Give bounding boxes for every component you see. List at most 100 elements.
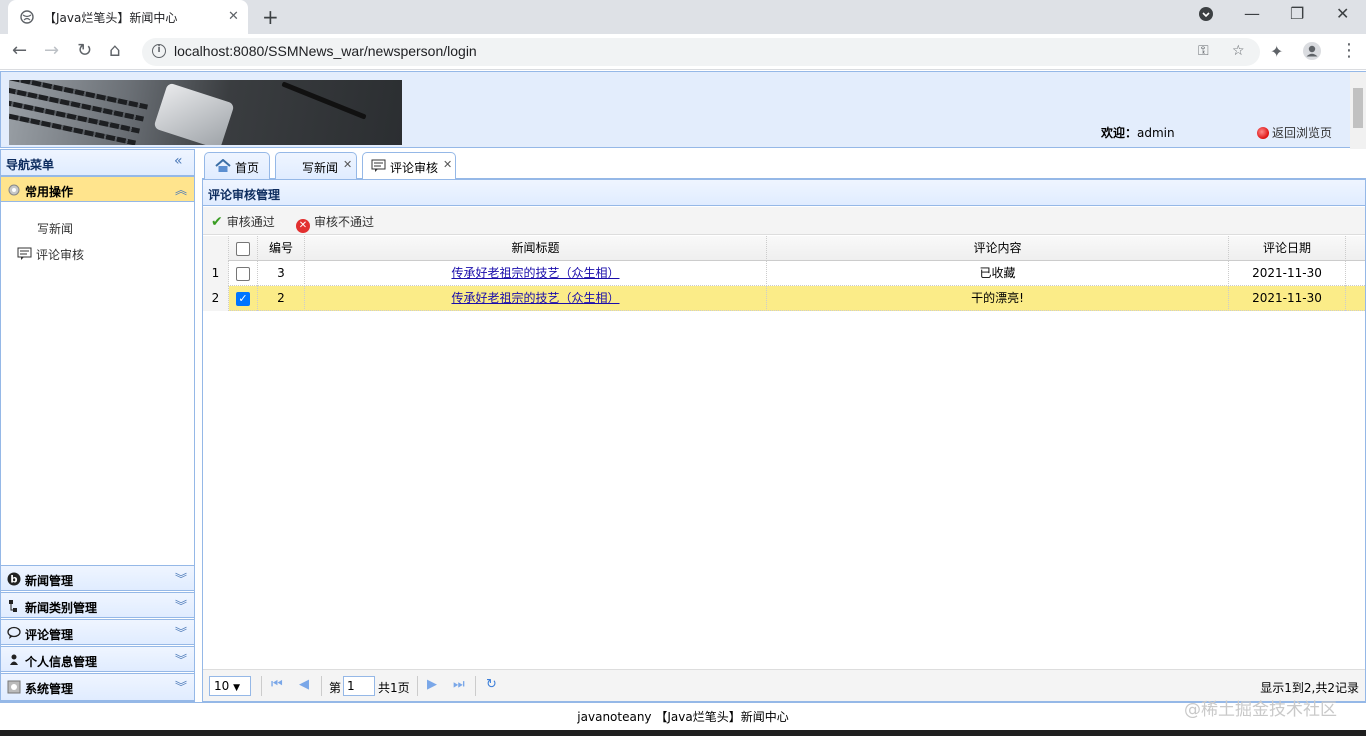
close-window-icon[interactable]: ✕	[1336, 4, 1349, 23]
address-bar: ← → ↻ ⌂ i localhost:8080/SSMNews_war/new…	[0, 34, 1366, 70]
menu-kebab-icon[interactable]: ⋮	[1340, 40, 1358, 62]
page-total: 共1页	[378, 681, 410, 695]
app-root: 欢迎：admin 返回浏览页 导航菜单 « 常用操作 ︽ 写新闻 评论审核 b …	[0, 71, 1366, 736]
cell-content: 干的漂亮!	[767, 286, 1229, 311]
page-number-input[interactable]: 1	[343, 676, 375, 696]
username: admin	[1137, 126, 1175, 140]
user-icon	[10, 654, 18, 665]
minimize-icon[interactable]: —	[1244, 4, 1260, 23]
system-icon	[7, 680, 21, 694]
tab-write-news[interactable]: 写新闻 ✕	[275, 152, 357, 179]
refresh-icon[interactable]: ↻	[486, 677, 497, 692]
reject-button[interactable]: ✕ 审核不通过	[296, 213, 374, 233]
chevron-down-icon: ▼	[233, 683, 241, 693]
chevron-down-icon[interactable]: ︾	[175, 624, 187, 641]
home-browser-icon[interactable]: ⌂	[109, 40, 120, 62]
chevron-up-icon[interactable]: ︽	[175, 181, 187, 198]
scrollbar-thumb[interactable]	[1353, 88, 1363, 128]
bookmark-star-icon[interactable]: ☆	[1232, 43, 1245, 59]
approve-button[interactable]: ✔ 审核通过	[211, 213, 275, 230]
row-checkbox[interactable]: ✓	[229, 286, 258, 311]
col-header-content[interactable]: 评论内容	[767, 236, 1229, 261]
pagination-info: 显示1到2,共2记录	[1260, 681, 1359, 695]
os-taskbar	[0, 730, 1366, 736]
col-header-title[interactable]: 新闻标题	[305, 236, 767, 261]
new-tab-icon[interactable]: +	[262, 5, 279, 29]
page-scrollbar[interactable]	[1350, 72, 1366, 149]
table-row[interactable]: 1 3 传承好老祖宗的技艺（众生相） 已收藏 2021-11-30	[203, 261, 1365, 286]
row-number: 2	[203, 286, 229, 311]
accordion-personal-info[interactable]: 个人信息管理 ︾	[1, 646, 194, 672]
toolbar: ✔ 审核通过 ✕ 审核不通过	[203, 207, 1365, 235]
page-prefix: 第	[329, 681, 342, 695]
key-icon[interactable]: ⚿	[1198, 43, 1209, 59]
news-title-link[interactable]: 传承好老祖宗的技艺（众生相）	[451, 291, 619, 305]
cell-content: 已收藏	[767, 261, 1229, 286]
chevron-down-icon[interactable]: ︾	[175, 570, 187, 587]
chevron-down-icon[interactable]: ︾	[175, 678, 187, 695]
comment-grid: 编号 新闻标题 评论内容 评论日期 1 3 传承好老祖宗的技艺（众生相） 已收藏…	[203, 236, 1365, 668]
nav-panel-title: 导航菜单	[6, 158, 55, 172]
reload-icon[interactable]: ↻	[77, 40, 92, 62]
chevron-down-icon[interactable]: ︾	[175, 651, 187, 668]
collapse-double-left-icon[interactable]: «	[174, 153, 183, 169]
back-to-browse-link[interactable]: 返回浏览页	[1257, 124, 1332, 141]
cell-id: 2	[258, 286, 305, 311]
nav-panel: 导航菜单 « 常用操作 ︽ 写新闻 评论审核 b 新闻管理 ︾ 新闻类别管理 ︾	[0, 149, 195, 702]
main-area: 首页 写新闻 ✕ 评论审核 ✕ 评论审核管理 ✔ 审核通过 ✕ 审核不通过 编号…	[202, 149, 1366, 702]
globe-icon	[20, 10, 34, 24]
news-title-link[interactable]: 传承好老祖宗的技艺（众生相）	[451, 266, 619, 280]
page-size-select[interactable]: 10 ▼	[209, 676, 251, 696]
url-field[interactable]: i localhost:8080/SSMNews_war/newsperson/…	[142, 38, 1260, 66]
profile-dropdown-icon[interactable]	[1198, 6, 1214, 26]
close-icon[interactable]: ✕	[343, 158, 352, 171]
footer: javanoteany 【Java烂笔头】新闻中心	[0, 702, 1366, 730]
col-header-id[interactable]: 编号	[258, 236, 305, 261]
tabs-bar: 首页 写新闻 ✕ 评论审核 ✕	[202, 149, 1366, 180]
accordion-comment-manage[interactable]: 评论管理 ︾	[1, 619, 194, 645]
tab-home[interactable]: 首页	[204, 152, 270, 179]
forward-arrow-icon[interactable]: →	[44, 40, 59, 62]
first-page-icon[interactable]: ⏮	[271, 677, 283, 692]
restore-icon[interactable]: ❐	[1290, 4, 1304, 23]
table-row[interactable]: 2 ✓ 2 传承好老祖宗的技艺（众生相） 干的漂亮! 2021-11-30	[203, 286, 1365, 311]
svg-text:b: b	[10, 575, 17, 586]
chevron-down-icon[interactable]: ︾	[175, 597, 187, 614]
welcome-text: 欢迎：admin	[1101, 126, 1175, 140]
cell-date: 2021-11-30	[1229, 286, 1346, 311]
row-checkbox[interactable]	[229, 261, 258, 286]
speech-bubble-icon	[7, 626, 21, 639]
x-circle-icon: ✕	[296, 219, 310, 233]
grid-header: 编号 新闻标题 评论内容 评论日期	[203, 236, 1365, 261]
close-icon[interactable]: ✕	[443, 158, 452, 171]
back-arrow-icon[interactable]: ←	[12, 40, 27, 62]
nav-panel-header: 导航菜单 «	[1, 150, 194, 176]
last-page-icon[interactable]: ⏭	[453, 677, 465, 692]
prev-page-icon[interactable]: ◀	[299, 677, 309, 692]
news-b-icon: b	[7, 572, 21, 586]
menu-item-comment-review[interactable]: 评论审核	[17, 246, 84, 263]
menu-item-write-news[interactable]: 写新闻	[37, 220, 73, 237]
accordion-news-manage[interactable]: b 新闻管理 ︾	[1, 565, 194, 591]
select-all-checkbox[interactable]	[229, 236, 258, 261]
extensions-icon[interactable]: ✦	[1270, 41, 1283, 63]
tab-comment-review[interactable]: 评论审核 ✕	[362, 152, 456, 180]
row-number: 1	[203, 261, 229, 286]
comment-review-panel: 评论审核管理 ✔ 审核通过 ✕ 审核不通过 编号 新闻标题 评论内容 评论日期 1	[202, 179, 1366, 702]
accordion-news-category[interactable]: 新闻类别管理 ︾	[1, 592, 194, 618]
back-red-icon	[1257, 127, 1269, 139]
accordion-system-manage[interactable]: 系统管理 ︾	[1, 673, 194, 701]
panel-header: 评论审核管理	[203, 180, 1365, 206]
site-info-icon[interactable]: i	[152, 44, 166, 58]
accordion-common-ops[interactable]: 常用操作 ︽	[1, 176, 194, 202]
home-icon	[215, 159, 231, 172]
account-icon[interactable]	[1302, 41, 1322, 67]
cell-id: 3	[258, 261, 305, 286]
close-tab-icon[interactable]: ✕	[228, 9, 239, 24]
banner-image	[9, 80, 402, 145]
comment-icon	[371, 159, 386, 172]
next-page-icon[interactable]: ▶	[427, 677, 437, 692]
check-icon: ✔	[211, 214, 223, 230]
col-header-date[interactable]: 评论日期	[1229, 236, 1346, 261]
browser-tab[interactable]: 【Java烂笔头】新闻中心 ✕	[8, 0, 248, 34]
